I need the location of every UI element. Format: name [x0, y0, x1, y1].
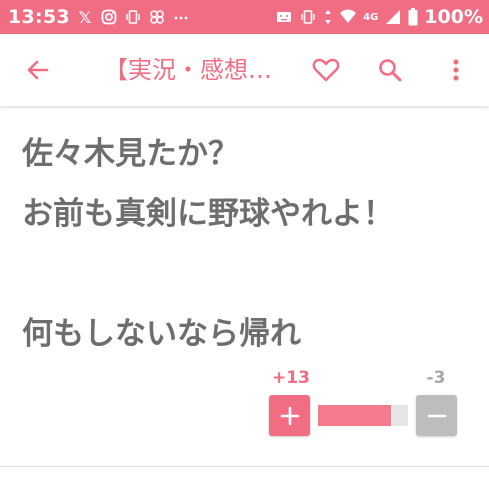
comment-line [22, 244, 472, 304]
status-time: 13:53 [8, 6, 70, 28]
plus-icon [280, 406, 299, 425]
vibrate-icon [124, 8, 142, 26]
back-button[interactable] [16, 48, 60, 92]
more-vert-icon [453, 59, 459, 81]
comment-line: お前も真剣に野球やれよ！ [22, 196, 394, 232]
app-bar: 【実況・感想… [0, 34, 489, 106]
upvote-count: +13 [272, 368, 310, 388]
more-options-button[interactable] [434, 48, 478, 92]
pinwheel-icon [148, 8, 166, 26]
downvote-button[interactable] [416, 395, 457, 436]
wifi-icon [339, 8, 357, 26]
upvote-button[interactable] [269, 395, 310, 436]
network-type: 4G [363, 11, 379, 23]
comment-line: 佐々木見たか？ [22, 136, 239, 172]
vote-ratio-bar [318, 405, 408, 426]
page-title: 【実況・感想… [104, 56, 272, 84]
data-arrows-icon [323, 8, 333, 26]
comment-body: 佐々木見たか？ お前も真剣に野球やれよ！ 何もしないなら帰れ [22, 124, 472, 364]
minus-icon [427, 414, 446, 417]
more-notifications-icon [172, 8, 190, 26]
search-icon [379, 59, 402, 82]
notification-box-icon [275, 8, 293, 26]
battery-icon [408, 8, 418, 26]
vote-ratio-fill [318, 405, 391, 426]
signal-icon [384, 8, 402, 26]
back-arrow-icon [27, 60, 49, 80]
battery-percent: 100% [424, 6, 483, 28]
heart-icon [312, 58, 340, 82]
vibrate-icon [299, 8, 317, 26]
favorite-button[interactable] [304, 48, 348, 92]
x-icon: 𝕏 [78, 7, 92, 27]
downvote-count: -3 [426, 368, 446, 388]
divider [0, 466, 489, 467]
status-bar: 13:53 𝕏 4G 100% [0, 0, 489, 34]
instagram-icon [100, 8, 118, 26]
search-button[interactable] [368, 48, 412, 92]
comment-line: 何もしないなら帰れ [22, 316, 301, 352]
